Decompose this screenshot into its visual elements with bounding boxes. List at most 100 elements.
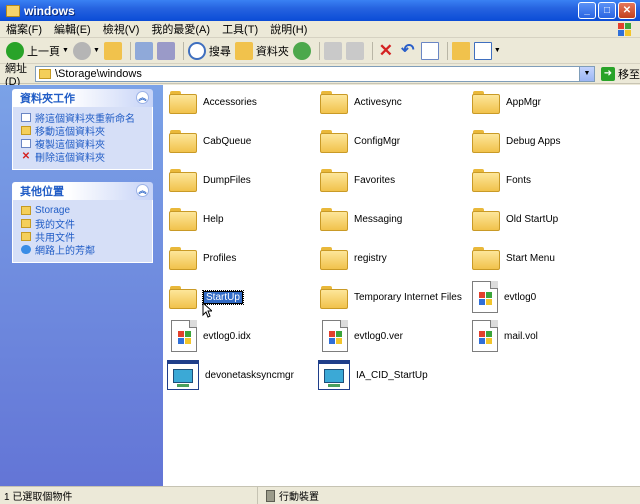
menu-view[interactable]: 檢視(V) xyxy=(97,21,146,37)
folder-icon xyxy=(21,232,31,241)
item-name: IA_CID_StartUp xyxy=(356,369,428,381)
folder-icon xyxy=(169,285,197,309)
folder-item[interactable]: Accessories xyxy=(169,85,257,119)
item-name: evtlog0.ver xyxy=(354,330,403,342)
minimize-button[interactable]: _ xyxy=(578,2,596,19)
app-item[interactable]: IA_CID_StartUp xyxy=(318,356,428,394)
collapse-icon[interactable]: ︽ xyxy=(136,91,149,104)
windows-file-icon xyxy=(171,320,197,352)
address-dropdown-button[interactable]: ▼ xyxy=(579,66,594,81)
copy-to-button[interactable] xyxy=(345,40,364,62)
app-item[interactable]: devonetasksyncmgr xyxy=(167,356,294,394)
item-name: CabQueue xyxy=(203,135,252,147)
item-name: registry xyxy=(354,252,387,264)
other-places-title: 其他位置 xyxy=(20,186,64,198)
search-label: 搜尋 xyxy=(208,45,231,58)
file-item[interactable]: evtlog0.ver xyxy=(322,317,403,355)
rename-icon xyxy=(21,113,31,122)
folder-tasks-header[interactable]: 資料夾工作 ︽ xyxy=(12,89,153,107)
item-name: ConfigMgr xyxy=(354,135,401,147)
collapse-icon[interactable]: ︽ xyxy=(136,184,149,197)
delete-icon: ✕ xyxy=(378,40,393,60)
status-location: 行動裝置 xyxy=(258,488,319,503)
folder-item[interactable]: Debug Apps xyxy=(472,124,561,158)
folder-tasks-panel: 資料夾工作 ︽ 將這個資料夾重新命名 移動這個資料夾 複製這個資料夾 ✕ 刪除這… xyxy=(12,89,153,170)
undo-button[interactable]: ↶ xyxy=(399,40,417,62)
forward-button[interactable]: ▼ xyxy=(72,40,100,62)
address-label: 網址(D) xyxy=(5,62,27,88)
close-button[interactable]: ✕ xyxy=(618,2,636,19)
folder-item[interactable]: DumpFiles xyxy=(169,163,251,197)
folder-item[interactable]: Start Menu xyxy=(472,241,555,275)
delete-folder-button[interactable] xyxy=(156,40,175,62)
copy-folder-icon xyxy=(21,139,31,148)
folder-icon xyxy=(472,90,500,114)
other-places-header[interactable]: 其他位置 ︽ xyxy=(12,182,153,200)
place-storage-label: Storage xyxy=(35,205,71,216)
views-button[interactable]: ▼ xyxy=(473,40,501,62)
new-folder-button[interactable] xyxy=(134,40,153,62)
file-item[interactable]: mail.vol xyxy=(472,317,538,355)
window-title: windows xyxy=(24,3,75,18)
chevron-down-icon: ▼ xyxy=(62,47,69,54)
place-network-link[interactable]: 網路上的芳鄰 xyxy=(21,243,146,257)
folder-item[interactable]: Favorites xyxy=(320,163,395,197)
folder-icon xyxy=(39,68,51,79)
file-item[interactable]: evtlog0 xyxy=(472,278,536,316)
menu-file[interactable]: 檔案(F) xyxy=(0,21,48,37)
go-button[interactable]: ➜ 移至 xyxy=(601,66,640,82)
address-bar: 網址(D) \Storage\windows ▼ ➜ 移至 xyxy=(0,63,640,88)
item-name: Messaging xyxy=(354,213,403,225)
toolbar-separator xyxy=(446,41,448,60)
folder-icon xyxy=(6,4,20,17)
remove-folder-icon xyxy=(156,41,175,60)
menu-tools[interactable]: 工具(T) xyxy=(216,21,264,37)
address-input[interactable]: \Storage\windows ▼ xyxy=(35,65,595,82)
maximize-button[interactable]: □ xyxy=(598,2,616,19)
toolbar: 上一頁 ▼ ▼ 搜尋 資料夾 ✕ ↶ ▼ xyxy=(0,38,640,64)
menu-edit[interactable]: 編輯(E) xyxy=(48,21,97,37)
folder-item[interactable]: Fonts xyxy=(472,163,531,197)
folder-item[interactable]: Help xyxy=(169,202,224,236)
sync-button[interactable] xyxy=(292,40,311,62)
forward-arrow-icon xyxy=(72,41,91,60)
folder-item[interactable]: Messaging xyxy=(320,202,402,236)
folder-item[interactable]: registry xyxy=(320,241,387,275)
item-name: Fonts xyxy=(506,174,532,186)
menu-favorites[interactable]: 我的最愛(A) xyxy=(145,21,216,37)
attributes-button[interactable] xyxy=(451,40,470,62)
item-name: mail.vol xyxy=(504,330,538,342)
folder-item[interactable]: CabQueue xyxy=(169,124,251,158)
chevron-down-icon: ▼ xyxy=(493,47,501,54)
mouse-cursor-icon xyxy=(202,302,212,318)
search-button[interactable]: 搜尋 xyxy=(187,40,231,62)
folders-button[interactable]: 資料夾 xyxy=(234,40,289,62)
up-button[interactable] xyxy=(103,40,122,62)
go-label: 移至 xyxy=(618,68,640,81)
go-arrow-icon: ➜ xyxy=(601,66,615,81)
status-location-text: 行動裝置 xyxy=(279,492,319,503)
toolbar-separator xyxy=(318,41,320,60)
back-button[interactable]: 上一頁 ▼ xyxy=(6,40,69,62)
task-pane: 資料夾工作 ︽ 將這個資料夾重新命名 移動這個資料夾 複製這個資料夾 ✕ 刪除這… xyxy=(0,85,163,486)
folder-item[interactable]: Activesync xyxy=(320,85,402,119)
item-name: Help xyxy=(203,213,224,225)
folder-item[interactable]: AppMgr xyxy=(472,85,541,119)
address-value: \Storage\windows xyxy=(55,67,142,80)
mobile-device-icon xyxy=(266,489,275,502)
windows-file-icon xyxy=(322,320,348,352)
menu-help[interactable]: 說明(H) xyxy=(264,21,313,37)
move-to-button[interactable] xyxy=(323,40,342,62)
menu-bar: 檔案(F) 編輯(E) 檢視(V) 我的最愛(A) 工具(T) 說明(H) xyxy=(0,21,640,38)
folder-icon xyxy=(320,168,348,192)
delete-folder-link[interactable]: ✕ 刪除這個資料夾 xyxy=(21,150,146,165)
folder-item[interactable]: Old StartUp xyxy=(472,202,558,236)
folder-item[interactable]: ConfigMgr xyxy=(320,124,400,158)
file-item[interactable]: evtlog0.idx xyxy=(171,317,251,355)
folder-icon xyxy=(320,129,348,153)
folder-item[interactable]: Profiles xyxy=(169,241,236,275)
properties-button[interactable] xyxy=(420,40,439,62)
folder-item[interactable]: Temporary Internet Files xyxy=(320,280,462,314)
delete-button[interactable]: ✕ xyxy=(377,40,395,62)
folder-icon xyxy=(320,207,348,231)
